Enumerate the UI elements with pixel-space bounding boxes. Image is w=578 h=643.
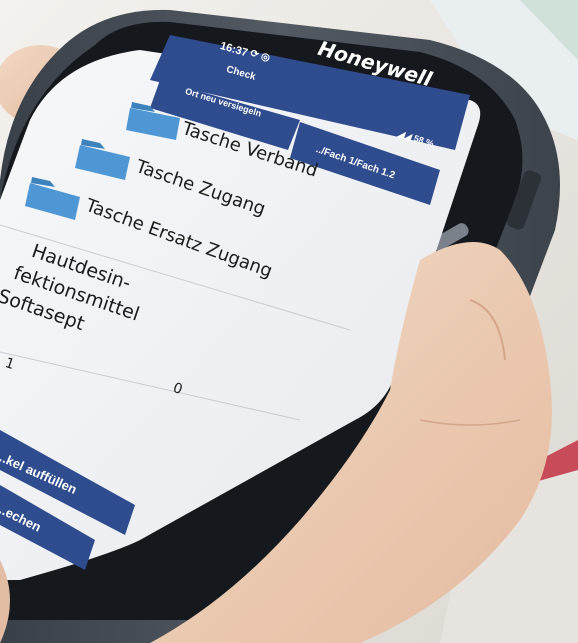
photo-scene — [0, 0, 578, 643]
